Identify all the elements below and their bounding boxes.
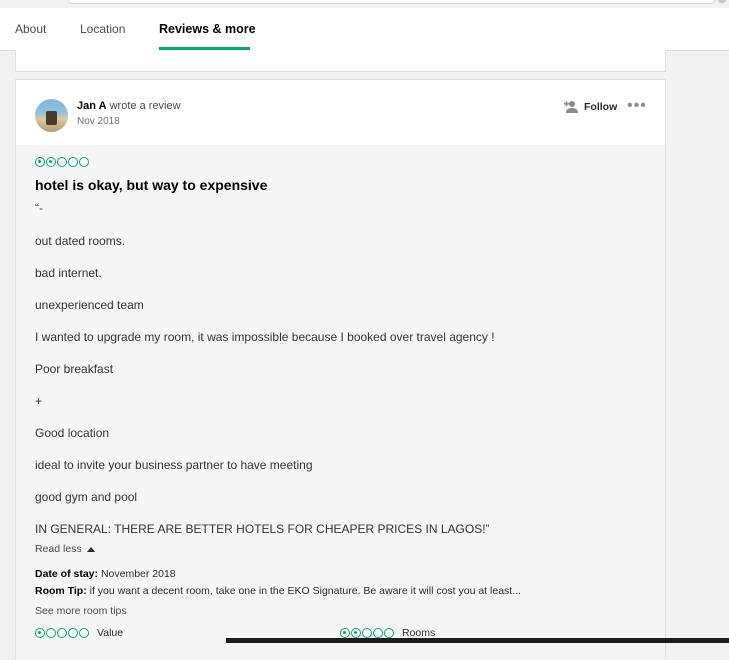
review-paragraph: “-	[35, 201, 43, 215]
room-tip: Room Tip: if you want a decent room, tak…	[35, 585, 521, 597]
bubble-icon	[68, 628, 78, 638]
bubble-icon	[351, 628, 361, 638]
date-of-stay-label: Date of stay:	[35, 568, 99, 580]
date-of-stay: Date of stay: November 2018	[35, 568, 176, 580]
read-less-link[interactable]: Read less	[35, 543, 95, 555]
review-date: Nov 2018	[77, 116, 120, 127]
review-author-line: Jan A wrote a review	[77, 100, 181, 112]
review-paragraph: Good location	[35, 426, 110, 440]
add-user-icon	[564, 101, 578, 113]
subrating-bubbles	[340, 628, 394, 638]
avatar[interactable]	[35, 99, 68, 132]
review-header: Jan A wrote a review Nov 2018 Follow •••	[16, 80, 665, 145]
bubble-icon	[57, 157, 67, 167]
caret-up-icon	[86, 546, 95, 552]
bubble-icon	[68, 157, 78, 167]
review-paragraph: +	[35, 394, 43, 408]
review-paragraph: IN GENERAL: THERE ARE BETTER HOTELS FOR …	[35, 522, 490, 536]
review-paragraph: I wanted to upgrade my room, it was impo…	[35, 330, 495, 344]
tab-bar: About Location Reviews & more	[0, 8, 729, 51]
bubble-icon	[35, 157, 45, 167]
follow-label: Follow	[584, 101, 618, 113]
review-paragraph: unexperienced team	[35, 298, 144, 312]
bubble-icon	[384, 628, 394, 638]
scroll-indicator	[718, 0, 726, 3]
room-tip-text: if you want a decent room, take one in t…	[89, 585, 521, 597]
previous-card-bottom	[15, 50, 666, 72]
review-body	[16, 145, 665, 660]
follow-button[interactable]: Follow	[564, 99, 617, 115]
see-more-room-tips-link[interactable]: See more room tips	[35, 605, 127, 617]
room-tip-label: Room Tip:	[35, 585, 87, 597]
review-paragraph: out dated rooms.	[35, 234, 126, 248]
bubble-icon	[46, 157, 56, 167]
bubble-icon	[362, 628, 372, 638]
author-name[interactable]: Jan A	[77, 100, 107, 112]
ellipsis-icon[interactable]: •••	[627, 98, 647, 114]
bubble-icon	[79, 157, 89, 167]
author-action: wrote a review	[109, 100, 181, 112]
bubble-icon	[79, 628, 89, 638]
bubble-icon	[57, 628, 67, 638]
bubble-icon	[35, 628, 45, 638]
avatar-image	[46, 111, 57, 125]
tab-about[interactable]: About	[15, 22, 46, 36]
tab-reviews[interactable]: Reviews & more	[159, 22, 256, 36]
bubble-icon	[373, 628, 383, 638]
read-less-label: Read less	[35, 543, 82, 555]
review-paragraph: Poor breakfast	[35, 362, 114, 376]
bubble-icon	[46, 628, 56, 638]
bubble-icon	[340, 628, 350, 638]
tab-location[interactable]: Location	[80, 22, 125, 36]
subrating-label: Value	[97, 627, 124, 639]
date-of-stay-value: November 2018	[100, 568, 176, 580]
review-paragraph: ideal to invite your business partner to…	[35, 458, 313, 472]
search-input-edge[interactable]	[68, 0, 715, 4]
search-bar-edge	[0, 0, 729, 8]
review-title[interactable]: hotel is okay, but way to expensive	[35, 177, 267, 193]
rating-bubbles	[35, 157, 89, 167]
review-paragraph: good gym and pool	[35, 490, 138, 504]
subrating-value: Value	[35, 627, 123, 639]
review-paragraph: bad internet.	[35, 266, 102, 280]
taskbar-edge	[226, 638, 729, 643]
subrating-bubbles	[35, 628, 89, 638]
